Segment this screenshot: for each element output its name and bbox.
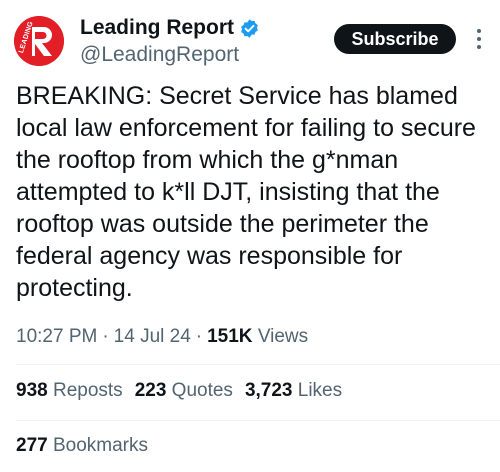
- bookmarks-label: Bookmarks: [52, 435, 149, 456]
- tweet: LEADING Leading Report @LeadingReport Su…: [0, 0, 500, 472]
- quotes-label: Quotes: [171, 380, 233, 401]
- views-count: 151K: [207, 326, 253, 347]
- quotes-stat[interactable]: 223 Quotes: [135, 380, 233, 402]
- verified-badge-icon: [241, 18, 258, 38]
- quotes-count: 223: [134, 380, 167, 401]
- author-name-row: Leading Report: [80, 14, 260, 42]
- divider: [16, 420, 500, 421]
- more-options-icon[interactable]: [468, 24, 490, 54]
- reposts-label: Reposts: [52, 380, 123, 401]
- reposts-count: 938: [16, 380, 48, 401]
- separator-dot: ·: [102, 326, 109, 347]
- likes-stat[interactable]: 3,723 Likes: [245, 380, 342, 402]
- likes-count: 3,723: [244, 380, 293, 401]
- tweet-text: BREAKING: Secret Service has blamed loca…: [16, 82, 476, 302]
- author-handle[interactable]: @LeadingReport: [80, 43, 239, 67]
- subscribe-button[interactable]: Subscribe: [334, 24, 456, 54]
- engagement-stats: 938 Reposts 223 Quotes 3,723 Likes: [16, 380, 354, 402]
- tweet-meta: 10:27 PM · 14 Jul 24 · 151K Views: [16, 326, 308, 348]
- bookmarks-count: 277: [16, 435, 48, 456]
- tweet-time[interactable]: 10:27 PM: [16, 326, 97, 348]
- likes-label: Likes: [297, 380, 343, 401]
- author-display-name[interactable]: Leading Report: [80, 16, 234, 40]
- avatar[interactable]: LEADING: [14, 16, 64, 66]
- views-label: Views: [257, 326, 309, 347]
- reposts-stat[interactable]: 938 Reposts: [16, 380, 123, 402]
- separator-dot: ·: [195, 326, 203, 347]
- tweet-date[interactable]: 14 Jul 24: [114, 326, 191, 348]
- divider: [16, 364, 500, 365]
- bookmarks-stat[interactable]: 277 Bookmarks: [16, 435, 148, 457]
